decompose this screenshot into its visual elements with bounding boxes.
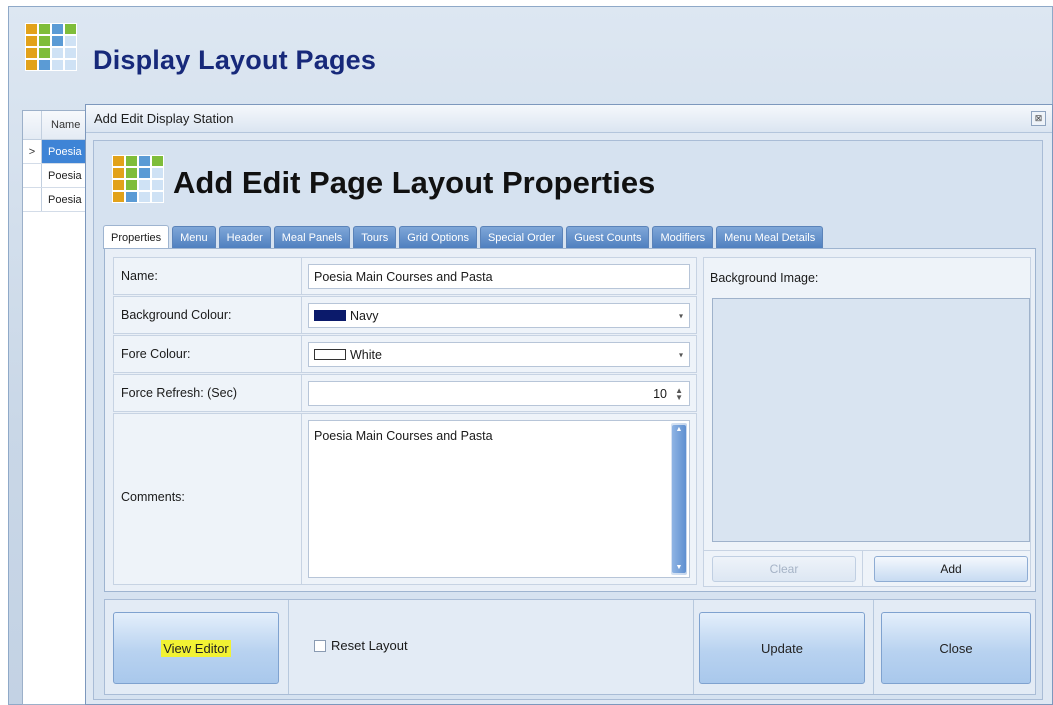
tab-properties[interactable]: Properties [103, 225, 170, 249]
tab-tours[interactable]: Tours [353, 226, 397, 248]
dialog-heading: Add Edit Page Layout Properties [173, 165, 656, 200]
view-editor-label: View Editor [161, 639, 231, 657]
layout-pages-grid: Name > Poesia Poesia Poesia [22, 110, 92, 705]
table-cell-name[interactable]: Poesia [42, 140, 91, 163]
fore-colour-value: White [350, 347, 382, 362]
tab-strip: Properties Menu Header Meal Panels Tours… [103, 225, 826, 249]
grid-app-icon [25, 23, 77, 71]
fore-colour-label: Fore Colour: [121, 347, 191, 361]
chevron-down-icon[interactable]: ▾ [679, 311, 683, 320]
dialog-titlebar[interactable]: Add Edit Display Station ⊠ [86, 105, 1052, 133]
tab-modifiers[interactable]: Modifiers [652, 226, 714, 248]
tab-menu[interactable]: Menu [172, 226, 216, 248]
spin-arrows-icon[interactable]: ▲ ▼ [675, 386, 683, 401]
scroll-up-icon[interactable]: ▲ [671, 423, 687, 437]
fore-colour-select[interactable]: White ▾ [308, 342, 690, 367]
properties-panel: Name: Poesia Main Courses and Pasta Back… [104, 248, 1036, 592]
dialog-title: Add Edit Display Station [94, 111, 234, 126]
table-cell-name[interactable]: Poesia [42, 194, 82, 206]
clear-button[interactable]: Clear [712, 556, 856, 582]
add-edit-display-station-dialog: Add Edit Display Station ⊠ Add Edit Page… [85, 104, 1053, 705]
background-image-label: Background Image: [710, 271, 819, 285]
checkbox-box[interactable] [314, 639, 326, 652]
force-refresh-value: 10 [653, 386, 667, 401]
row-indicator [23, 164, 42, 187]
comments-text: Poesia Main Courses and Pasta [314, 429, 493, 443]
table-row[interactable]: Poesia [23, 188, 91, 212]
tab-guest-counts[interactable]: Guest Counts [566, 226, 650, 248]
comments-label: Comments: [121, 490, 185, 504]
row-indicator: > [23, 140, 42, 163]
navy-colour-swatch [314, 310, 346, 321]
background-image-section: Background Image: Clear Add [703, 257, 1031, 587]
tab-menu-meal-details[interactable]: Menu Meal Details [716, 226, 824, 248]
tab-header[interactable]: Header [218, 226, 271, 248]
name-row: Name: Poesia Main Courses and Pasta [113, 257, 697, 295]
reset-layout-label: Reset Layout [331, 638, 408, 653]
tab-meal-panels[interactable]: Meal Panels [273, 226, 351, 248]
close-icon[interactable]: ⊠ [1031, 111, 1046, 126]
name-field[interactable]: Poesia Main Courses and Pasta [308, 264, 690, 289]
background-colour-value: Navy [350, 308, 379, 323]
background-colour-select[interactable]: Navy ▾ [308, 303, 690, 328]
background-colour-label: Background Colour: [121, 308, 232, 322]
update-button[interactable]: Update [699, 612, 865, 684]
scrollbar-thumb[interactable] [672, 425, 686, 573]
comments-scrollbar[interactable]: ▲ ▼ [671, 423, 687, 575]
scroll-down-icon[interactable]: ▼ [671, 561, 687, 575]
dialog-content: Add Edit Page Layout Properties Properti… [93, 140, 1043, 700]
page-title: Display Layout Pages [93, 45, 377, 75]
row-indicator [23, 188, 42, 211]
white-colour-swatch [314, 349, 346, 360]
tab-special-order[interactable]: Special Order [479, 226, 564, 248]
grid-header-name[interactable]: Name [42, 119, 80, 131]
force-refresh-stepper[interactable]: 10 ▲ ▼ [308, 381, 690, 406]
force-refresh-label: Force Refresh: (Sec) [121, 386, 238, 400]
comments-textarea[interactable]: Poesia Main Courses and Pasta ▲ ▼ [308, 420, 690, 578]
table-row[interactable]: > Poesia [23, 140, 91, 164]
background-colour-row: Background Colour: Navy ▾ [113, 296, 697, 334]
force-refresh-row: Force Refresh: (Sec) 10 ▲ ▼ [113, 374, 697, 412]
view-editor-button[interactable]: View Editor [113, 612, 279, 684]
dialog-footer: View Editor Reset Layout Update Close [104, 599, 1036, 695]
comments-row: Comments: Poesia Main Courses and Pasta … [113, 413, 697, 585]
close-button[interactable]: Close [881, 612, 1031, 684]
fore-colour-row: Fore Colour: White ▾ [113, 335, 697, 373]
table-cell-name[interactable]: Poesia [42, 170, 82, 182]
table-row[interactable]: Poesia [23, 164, 91, 188]
grid-header: Name [23, 111, 91, 140]
grid-app-icon [112, 155, 164, 203]
chevron-down-icon[interactable]: ▾ [679, 350, 683, 359]
background-image-preview [712, 298, 1030, 542]
reset-layout-checkbox[interactable]: Reset Layout [314, 638, 408, 653]
add-button[interactable]: Add [874, 556, 1028, 582]
tab-grid-options[interactable]: Grid Options [399, 226, 477, 248]
name-label: Name: [121, 269, 158, 283]
